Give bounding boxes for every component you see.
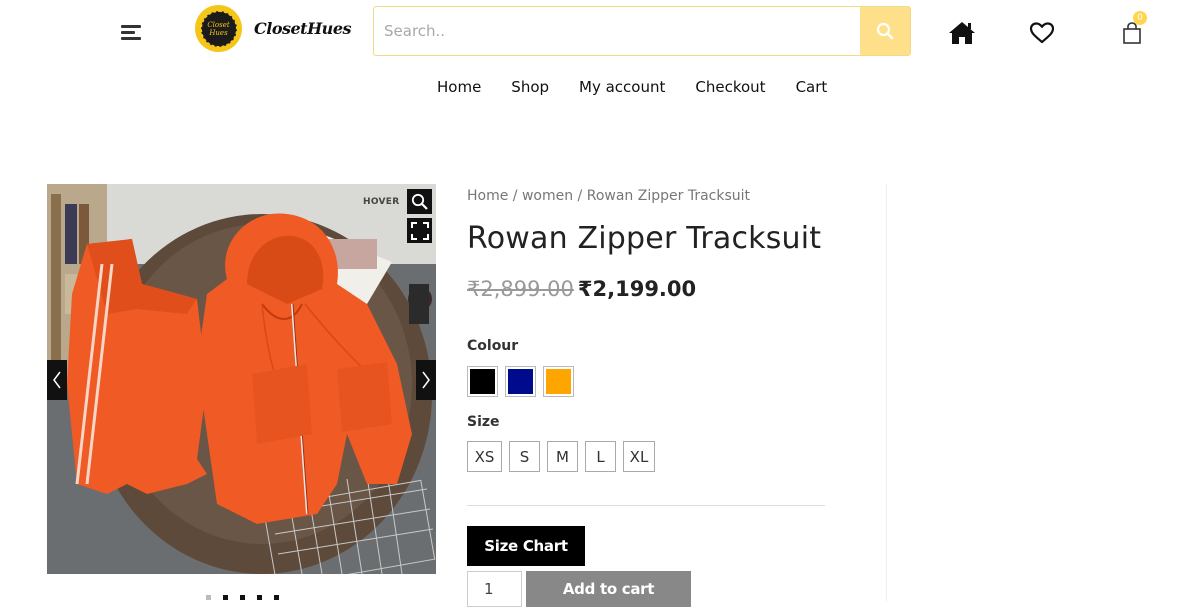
breadcrumb-separator: / xyxy=(508,188,522,204)
home-icon xyxy=(949,22,975,44)
size-label: Size xyxy=(467,414,500,430)
heart-icon xyxy=(1029,22,1055,44)
nav-cart[interactable]: Cart xyxy=(796,78,828,96)
size-options: XS S M L XL xyxy=(467,441,827,472)
wishlist-button[interactable] xyxy=(1027,18,1057,48)
size-option-s[interactable]: S xyxy=(509,441,540,472)
nav-my-account[interactable]: My account xyxy=(579,78,665,96)
gallery-dot[interactable] xyxy=(206,595,211,600)
gallery-dot[interactable] xyxy=(223,595,228,600)
breadcrumb: Home / women / Rowan Zipper Tracksuit xyxy=(467,188,827,204)
colour-swatch-black[interactable] xyxy=(467,366,498,397)
breadcrumb-separator: / xyxy=(573,188,587,204)
main-nav: Home Shop My account Checkout Cart xyxy=(437,78,857,96)
breadcrumb-home[interactable]: Home xyxy=(467,188,508,204)
cart-count-badge: 0 xyxy=(1133,11,1147,25)
logo-badge: Closet Hues xyxy=(195,5,242,52)
product-details: Home / women / Rowan Zipper Tracksuit Ro… xyxy=(467,184,827,472)
add-to-cart-button[interactable]: Add to cart xyxy=(526,571,691,607)
logo-text: ClosetHues xyxy=(254,19,352,38)
product-image[interactable] xyxy=(47,184,436,574)
zoom-button[interactable] xyxy=(407,189,432,214)
colour-options xyxy=(467,366,827,397)
price-original: ₹2,899.00 xyxy=(467,277,574,301)
cart-button[interactable]: 0 xyxy=(1117,11,1147,48)
gallery-dot[interactable] xyxy=(240,595,245,600)
site-header: Closet Hues ClosetHues 0 Home Sh xyxy=(0,0,1181,120)
colour-swatch-navy[interactable] xyxy=(505,366,536,397)
breadcrumb-category[interactable]: women xyxy=(522,188,573,204)
breadcrumb-current: Rowan Zipper Tracksuit xyxy=(586,188,751,204)
fullscreen-icon xyxy=(410,221,429,240)
logo-badge-text: Closet Hues xyxy=(200,10,237,47)
product-gallery: HOVER xyxy=(47,184,436,574)
quantity-input[interactable] xyxy=(467,571,522,607)
size-option-l[interactable]: L xyxy=(585,441,616,472)
search-icon xyxy=(876,22,894,40)
product-title: Rowan Zipper Tracksuit xyxy=(467,221,822,256)
divider xyxy=(467,505,825,506)
hover-hint: HOVER xyxy=(363,197,400,207)
search-input[interactable] xyxy=(374,7,860,55)
size-option-m[interactable]: M xyxy=(547,441,578,472)
magnifier-icon xyxy=(411,193,428,210)
size-option-xl[interactable]: XL xyxy=(623,441,655,472)
colour-label: Colour xyxy=(467,338,519,354)
nav-shop[interactable]: Shop xyxy=(511,78,549,96)
gallery-dot[interactable] xyxy=(257,595,262,600)
search-button[interactable] xyxy=(860,7,910,55)
gallery-pagination xyxy=(206,595,291,600)
colour-swatch-orange[interactable] xyxy=(543,366,574,397)
nav-home[interactable]: Home xyxy=(437,78,481,96)
fullscreen-button[interactable] xyxy=(407,218,432,243)
search-bar xyxy=(373,6,911,56)
gallery-dot[interactable] xyxy=(274,595,279,600)
column-divider xyxy=(886,184,887,601)
chevron-left-icon xyxy=(53,371,61,389)
chevron-right-icon xyxy=(422,371,430,389)
prev-image-button[interactable] xyxy=(47,360,67,400)
menu-icon[interactable] xyxy=(121,22,141,42)
site-logo[interactable]: Closet Hues ClosetHues xyxy=(195,5,352,52)
home-button[interactable] xyxy=(947,18,977,48)
next-image-button[interactable] xyxy=(416,360,436,400)
size-option-xs[interactable]: XS xyxy=(467,441,502,472)
price-sale: ₹2,199.00 xyxy=(577,277,697,301)
nav-checkout[interactable]: Checkout xyxy=(695,78,765,96)
size-chart-button[interactable]: Size Chart xyxy=(467,526,585,566)
product-price: ₹2,899.00 ₹2,199.00 xyxy=(467,277,827,301)
